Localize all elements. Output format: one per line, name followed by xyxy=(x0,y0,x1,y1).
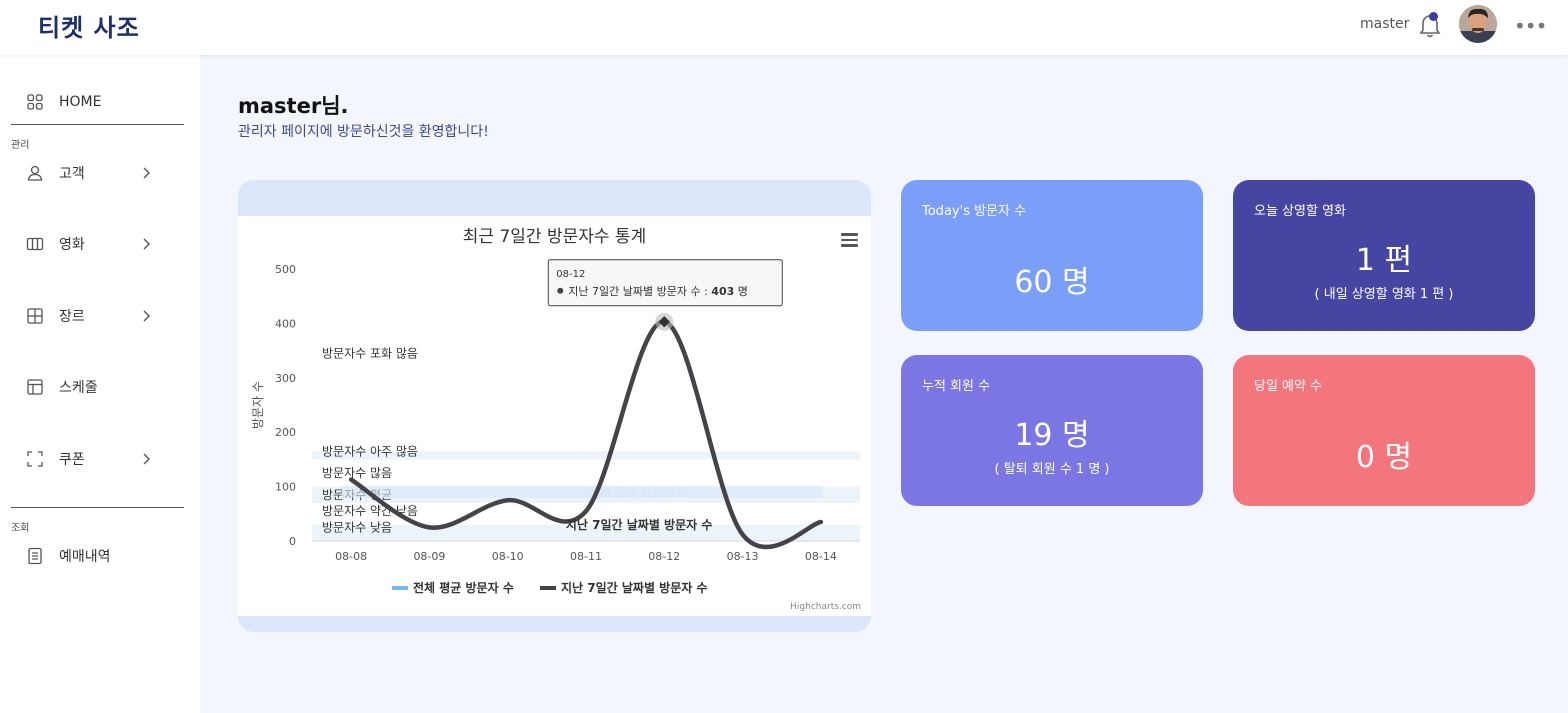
x-tick-label: 08-11 xyxy=(570,550,602,563)
sidebar-group-manage: 관리 xyxy=(11,140,30,151)
plot-band-label: 방문자수 아주 많음 xyxy=(322,444,418,458)
sidebar-item-reservations[interactable]: 예매내역 xyxy=(26,544,176,568)
sidebar-divider xyxy=(11,507,184,508)
card-title: 오늘 상영할 영화 xyxy=(1254,204,1346,219)
card-subtext: ( 탈퇴 회원 수 1 명 ) xyxy=(994,462,1110,477)
y-tick-label: 0 xyxy=(289,535,296,548)
chevron-right-icon xyxy=(143,453,150,465)
y-tick-label: 500 xyxy=(275,263,296,276)
reservations-card: 당일 예약 수 0 명 xyxy=(1233,355,1535,506)
card-value: 19 명 xyxy=(1014,418,1090,453)
card-title: Today's 방문자 수 xyxy=(922,204,1027,219)
x-tick-label: 08-12 xyxy=(648,550,680,563)
card-title: 당일 예약 수 xyxy=(1254,379,1323,394)
sidebar-divider xyxy=(11,124,184,125)
series-label-visitors: 지난 7일간 날짜별 방문자 수 xyxy=(566,517,713,532)
x-tick-label: 08-13 xyxy=(727,550,759,563)
tooltip-series-dot xyxy=(557,287,564,294)
tooltip-text: 지난 7일간 날짜별 방문자 수 : 403 명 xyxy=(568,284,748,298)
today-visitors-card: Today's 방문자 수 60 명 xyxy=(901,180,1203,331)
user-icon xyxy=(27,165,43,181)
page-title: master님. xyxy=(238,94,349,118)
x-tick-label: 08-14 xyxy=(805,550,837,563)
data-point xyxy=(506,498,510,502)
avatar[interactable] xyxy=(1459,5,1497,43)
sidebar-group-view: 조회 xyxy=(11,523,30,534)
data-point xyxy=(741,532,745,536)
sidebar-item-label: 고객 xyxy=(59,166,85,182)
y-axis-title: 방문자 수 xyxy=(251,381,265,429)
legend-item-average: 전체 평균 방문자 수 xyxy=(413,580,514,595)
card-value: 1 편 xyxy=(1355,243,1413,278)
data-point xyxy=(349,478,353,482)
header-username: master xyxy=(1360,16,1410,32)
avatar-image xyxy=(1459,5,1497,43)
y-tick-label: 100 xyxy=(275,481,296,494)
scan-icon xyxy=(27,451,43,467)
tooltip-date: 08-12 xyxy=(556,269,585,280)
card-subtext: ( 내일 상영할 영화 1 편 ) xyxy=(1314,287,1454,302)
more-menu-icon[interactable]: ••• xyxy=(1514,14,1547,38)
film-icon xyxy=(26,237,44,251)
chevron-right-icon xyxy=(143,167,150,179)
page-subtitle: 관리자 페이지에 방문하신것을 환영합니다! xyxy=(238,124,489,140)
sidebar-item-label: 장르 xyxy=(59,309,85,325)
data-point xyxy=(427,525,431,529)
chart-tooltip xyxy=(547,259,783,307)
sidebar-item-movie[interactable]: 영화 xyxy=(26,232,176,256)
card-value: 60 명 xyxy=(1014,265,1090,300)
layout-icon xyxy=(27,379,43,395)
notification-dot xyxy=(1429,12,1438,21)
grid-icon xyxy=(27,308,43,324)
today-movies-card: 오늘 상영할 영화 1 편 ( 내일 상영할 영화 1 편 ) xyxy=(1233,180,1535,331)
document-icon xyxy=(28,547,42,565)
x-tick-label: 08-08 xyxy=(335,550,367,563)
dashboard-icon xyxy=(27,94,43,110)
sidebar-item-label: 영화 xyxy=(59,237,85,253)
card-title: 누적 회원 수 xyxy=(922,379,991,394)
x-tick-label: 08-09 xyxy=(413,550,445,563)
chart-credits[interactable]: Highcharts.com xyxy=(790,602,861,612)
plot-band-label: 방문자수 포화 많음 xyxy=(322,346,418,360)
sidebar: HOME 관리 고객 영화 장르 스케줄 쿠폰 조회 예매내역 xyxy=(0,55,200,713)
chart-container: 최근 7일간 방문자수 통계 방문자수 포화 많음 방문자수 아주 많음 방문자수 … xyxy=(238,216,871,616)
legend-item-visitors: 지난 7일간 날짜별 방문자 수 xyxy=(561,580,708,595)
sidebar-item-label: 스케줄 xyxy=(59,380,98,396)
sidebar-item-label: HOME xyxy=(59,94,102,110)
sidebar-item-schedule[interactable]: 스케줄 xyxy=(26,375,176,399)
y-tick-label: 300 xyxy=(275,372,296,385)
series-line-visitors xyxy=(348,319,824,550)
data-point xyxy=(819,520,823,524)
chevron-right-icon xyxy=(143,310,150,322)
visitor-chart-card: 최근 7일간 방문자수 통계 방문자수 포화 많음 방문자수 아주 많음 방문자수 … xyxy=(238,180,871,632)
sidebar-item-label: 예매내역 xyxy=(59,549,111,565)
y-tick-label: 400 xyxy=(275,317,296,330)
sidebar-item-label: 쿠폰 xyxy=(59,452,85,468)
card-value: 0 명 xyxy=(1355,440,1413,475)
sidebar-item-coupon[interactable]: 쿠폰 xyxy=(26,447,176,471)
plot-band-label: 방문자수 많음 xyxy=(322,466,392,480)
series-average-bar xyxy=(341,486,823,499)
data-point xyxy=(584,509,588,513)
y-tick-label: 200 xyxy=(275,426,296,439)
visitor-line-chart: 방문자수 포화 많음방문자수 아주 많음방문자수 많음방문자수 평균방문자수 약… xyxy=(251,259,860,595)
top-header: 티켓 사조 master ••• xyxy=(0,0,1568,55)
brand-logo[interactable]: 티켓 사조 xyxy=(38,8,140,43)
sidebar-item-home[interactable]: HOME xyxy=(26,90,176,114)
plot-band-label: 방문자수 낮음 xyxy=(322,521,392,535)
sidebar-item-customer[interactable]: 고객 xyxy=(26,161,176,185)
series-label-average: 전체 평균 방문자 수 xyxy=(589,484,690,499)
members-card: 누적 회원 수 19 명 ( 탈퇴 회원 수 1 명 ) xyxy=(901,355,1203,506)
x-tick-label: 08-10 xyxy=(492,550,524,563)
sidebar-item-genre[interactable]: 장르 xyxy=(26,304,176,328)
chevron-right-icon xyxy=(143,238,150,250)
